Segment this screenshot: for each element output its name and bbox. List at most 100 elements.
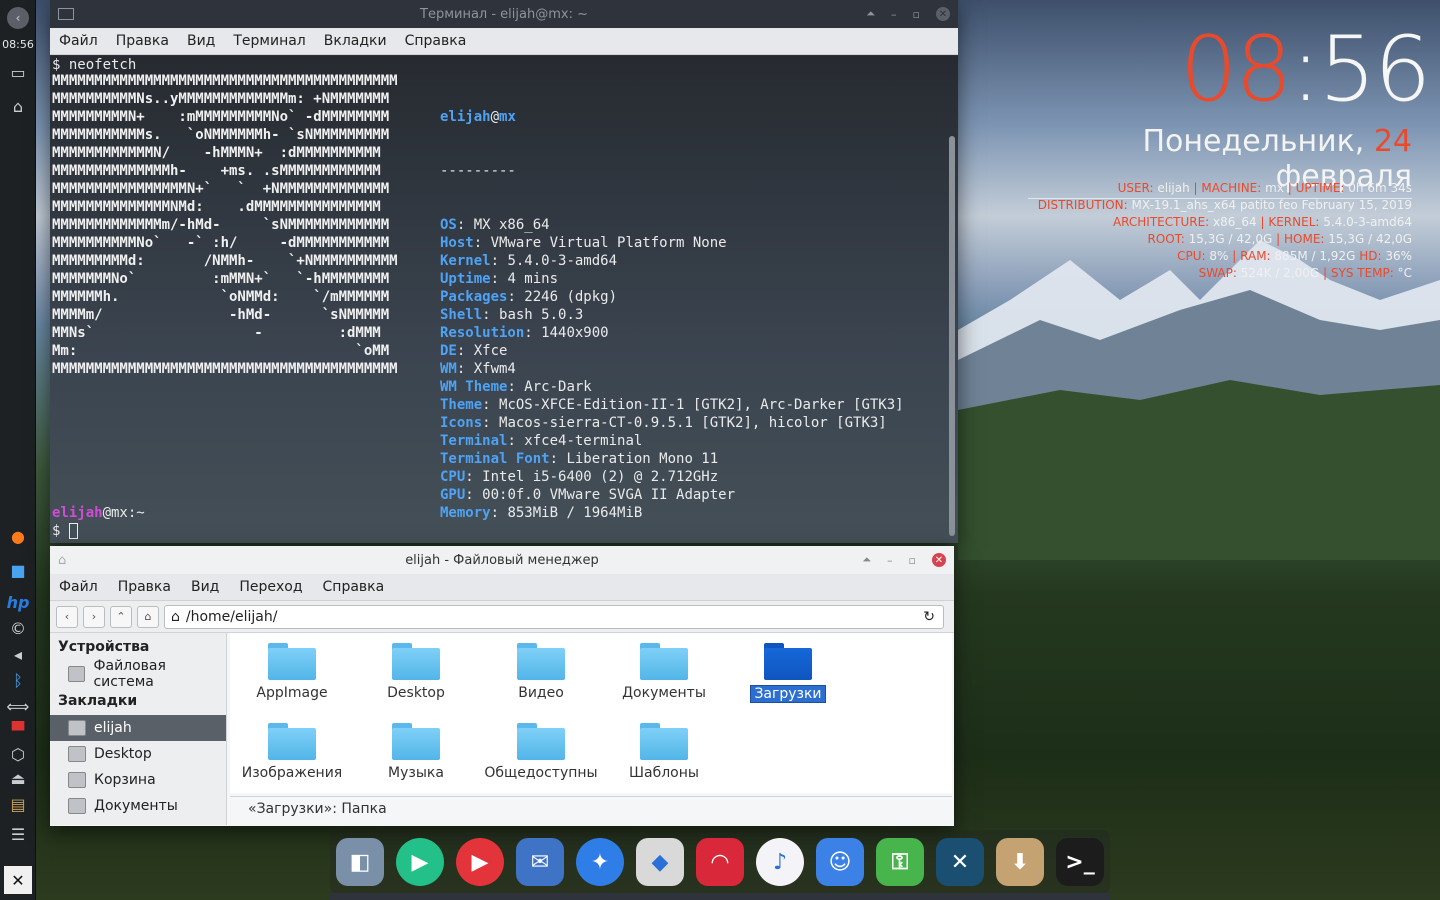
volume-icon[interactable]: ◂ (4, 640, 32, 668)
hp-icon[interactable]: hp (4, 588, 32, 616)
menu-file[interactable]: Файл (59, 579, 98, 595)
home-button[interactable]: ⌂ (137, 605, 159, 628)
menu-tabs[interactable]: Вкладки (324, 33, 387, 49)
folder-desktop[interactable]: Desktop (356, 633, 476, 711)
logo-line: MMMMMMMMMMMMMMMMN+` ` +NMMMMMMMMMMMMM (52, 181, 390, 197)
folder-icon (392, 643, 440, 680)
close-icon[interactable]: ✕ (936, 7, 950, 21)
folder-downloads[interactable]: Загрузки (728, 633, 848, 711)
sidebar-item-trash[interactable]: Корзина (50, 767, 226, 793)
logo-line: MMMMMMMNo` :mMMN+` `-hMMMMMMMM (52, 271, 390, 287)
menu-edit[interactable]: Правка (116, 33, 169, 49)
folder-templates[interactable]: Шаблоны (604, 713, 724, 791)
dock-keepass-icon[interactable]: ⚿ (876, 838, 924, 886)
minimize-icon[interactable]: – (891, 8, 897, 21)
dock-mail-icon[interactable]: ✉ (516, 838, 564, 886)
info-line: WM: Xfwm4 (440, 361, 516, 377)
folder-documents[interactable]: Документы (604, 633, 724, 711)
logo-line: MMNs` - :dMMM (52, 325, 381, 341)
dock-play-icon[interactable]: ▶ (396, 838, 444, 886)
logo-line: MMMMMMMMMMMMMm/-hMd- `sNMMMMMMMMMMMM (52, 217, 390, 233)
neofetch-logo: MMMMMMMMMMMMMMMMMMMMMMMMMMMMMMMMMMMMMMMM… (52, 72, 398, 378)
logo-line: MMMMMMMMMd: /NMMh- `+NMMMMMMMMMM (52, 253, 398, 269)
bluetooth-icon[interactable]: ᛒ (4, 666, 32, 694)
info-line: Icons: Macos-sierra-CT-0.9.5.1 [GTK2], h… (440, 415, 887, 431)
clipboard-icon[interactable]: ▤ (4, 790, 32, 818)
location-bar[interactable]: ⌂ /home/elijah/ ↻ (164, 604, 944, 629)
fm-titlebar[interactable]: ⌂ elijah - Файловый менеджер ⏶ – ▫ ✕ (50, 546, 954, 574)
dock-xming-icon[interactable]: ✕ (936, 838, 984, 886)
dock-brave-icon[interactable]: ◆ (636, 838, 684, 886)
info-line: Terminal Font: Liberation Mono 11 (440, 451, 719, 467)
terminal-title: Терминал - elijah@mx: ~ (420, 6, 588, 22)
dock-itunes-icon[interactable]: ♪ (756, 838, 804, 886)
terminal-titlebar[interactable]: Терминал - elijah@mx: ~ ⏶ – ▫ ✕ (50, 0, 958, 28)
dock-safari-icon[interactable]: ✦ (576, 838, 624, 886)
menu-help[interactable]: Справка (405, 33, 467, 49)
cpu-icon[interactable]: © (4, 614, 32, 642)
sidebar-item-documents[interactable]: Документы (50, 793, 226, 819)
reload-icon[interactable]: ↻ (923, 609, 935, 625)
folder-pictures[interactable]: Изображения (232, 713, 352, 791)
logo-line: MMMMMMMMMMNs..yMMMMMMMMMMMMMm: +NMMMMMMM (52, 91, 390, 107)
maximize-icon[interactable]: ▫ (913, 8, 920, 21)
minimize-icon[interactable]: – (887, 554, 893, 567)
dock-bar (330, 893, 1110, 900)
xfce-menu-icon[interactable]: ✕ (4, 866, 32, 894)
prompt-line: elijah@mx:~ (52, 505, 145, 521)
sidebar-item-filesystem[interactable]: Файловая система (50, 658, 226, 690)
logo-line: MMMMMMMMMMMMMMMMMMMMMMMMMMMMMMMMMMMMMMMM… (52, 73, 398, 89)
logo-line: MMMMMMh. `oNMMd: `/mMMMMMM (52, 289, 390, 305)
dock-finder-icon[interactable]: ☺ (816, 838, 864, 886)
sidebar-item-elijah[interactable]: elijah (50, 715, 226, 741)
dock-preview-icon[interactable]: ◧ (336, 838, 384, 886)
conky-clock: 08:56 (1180, 17, 1431, 122)
shade-icon[interactable]: ⏶ (866, 7, 875, 21)
info-line: OS: MX x86_64 (440, 217, 550, 233)
home-icon: ⌂ (171, 608, 180, 625)
sidebar-item-desktop[interactable]: Desktop (50, 741, 226, 767)
maximize-icon[interactable]: ▫ (909, 554, 916, 567)
menu-view[interactable]: Вид (191, 579, 219, 595)
firefox-icon[interactable]: ● (4, 522, 32, 550)
dock-pinterest-icon[interactable]: ◠ (696, 838, 744, 886)
home-window-icon[interactable]: ⌂ (4, 92, 32, 120)
logo-line: MMMMMMMMMN+ :mMMMMMMMMMNo` -dMMMMMMMM (52, 109, 390, 125)
up-button[interactable]: ⌃ (110, 605, 132, 628)
location-path: /home/elijah/ (185, 608, 278, 625)
info-line: Resolution: 1440x900 (440, 325, 609, 341)
menu-edit[interactable]: Правка (118, 579, 171, 595)
menu-help[interactable]: Справка (323, 579, 385, 595)
finder-icon[interactable]: ■ (4, 556, 32, 584)
folder-icon (640, 643, 688, 680)
workspaces-icon[interactable]: ☰ (4, 820, 32, 848)
back-button[interactable]: ‹ (56, 605, 78, 628)
menu-file[interactable]: Файл (59, 33, 98, 49)
forward-button[interactable]: › (83, 605, 105, 628)
desktop-icon (68, 746, 86, 762)
menu-terminal[interactable]: Терминал (233, 33, 305, 49)
close-icon[interactable]: ✕ (932, 553, 946, 567)
dock-archive-icon[interactable]: ⬇ (996, 838, 1044, 886)
folder-icon (640, 723, 688, 760)
sysinfo-line: ARCHITECTURE: x86_64 | KERNEL: 5.4.0-3-a… (1112, 215, 1412, 229)
folder-public[interactable]: Общедоступны (481, 713, 601, 791)
folder-appimage[interactable]: AppImage (232, 633, 352, 711)
terminal-window-icon[interactable]: ▭ (4, 58, 32, 86)
folder-music[interactable]: Музыка (356, 713, 476, 791)
terminal-menubar: Файл Правка Вид Терминал Вкладки Справка (50, 28, 958, 55)
folder-videos[interactable]: Видео (481, 633, 601, 711)
back-icon[interactable]: ‹ (4, 4, 32, 32)
terminal-output[interactable]: $ neofetch MMMMMMMMMMMMMMMMMMMMMMMMMMMMM… (50, 56, 958, 543)
dock-youtube-icon[interactable]: ▶ (456, 838, 504, 886)
fm-toolbar: ‹ › ⌃ ⌂ ⌂ /home/elijah/ ↻ (50, 601, 954, 633)
prompt-input[interactable]: $ (52, 522, 78, 540)
folder-icon (517, 723, 565, 760)
terminal-scrollbar[interactable] (949, 136, 955, 536)
menu-go[interactable]: Переход (239, 579, 302, 595)
shade-icon[interactable]: ⏶ (862, 553, 871, 567)
eject-icon[interactable]: ⏏ (4, 764, 32, 792)
panel-clock[interactable]: 08:56 (0, 38, 36, 51)
menu-view[interactable]: Вид (187, 33, 215, 49)
dock-terminal-icon[interactable]: >_ (1056, 838, 1104, 886)
